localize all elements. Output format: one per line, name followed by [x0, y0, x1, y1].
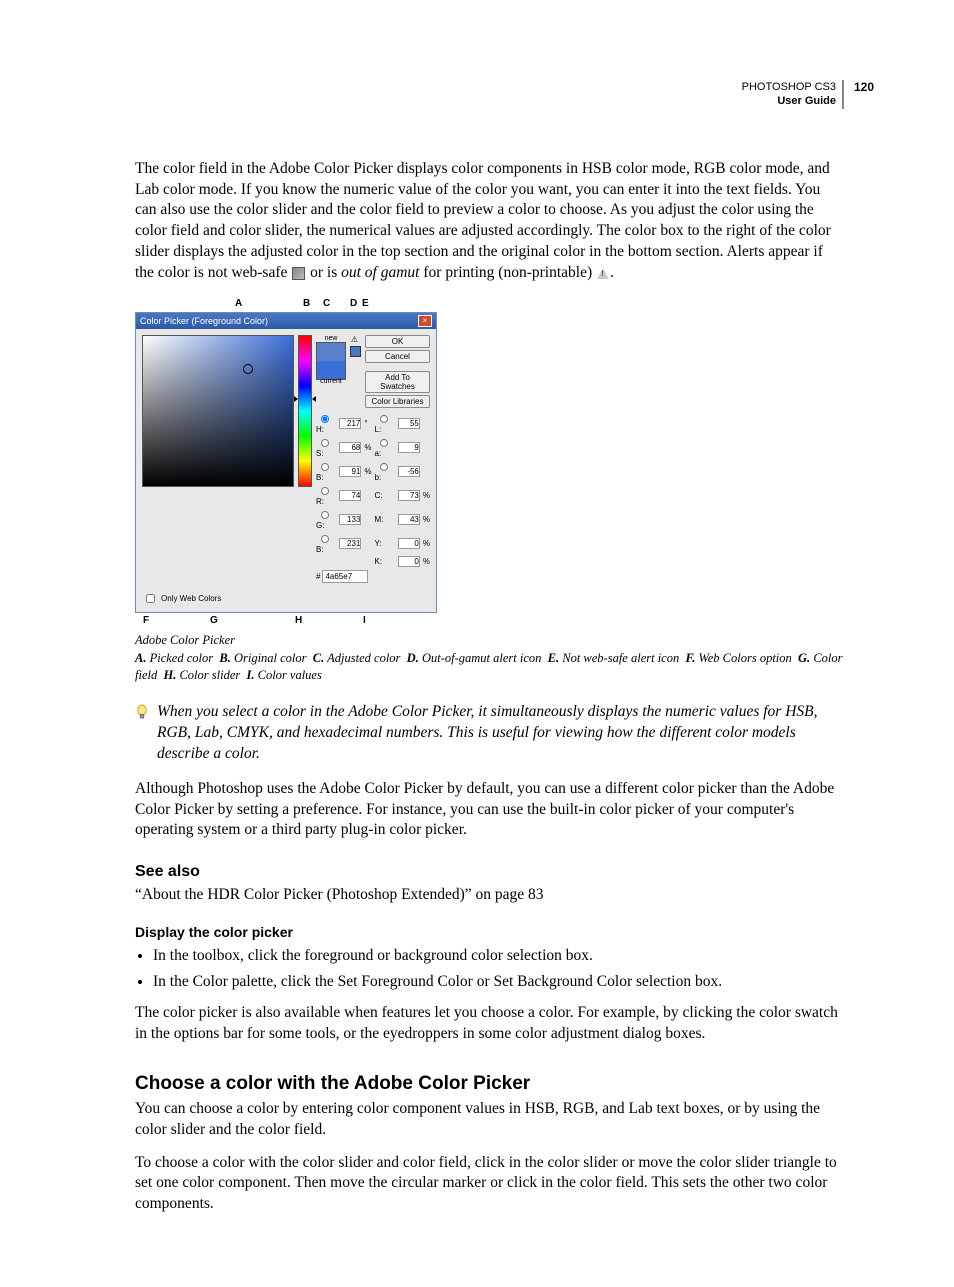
lightbulb-icon [135, 704, 149, 722]
tip-block: When you select a color in the Adobe Col… [135, 702, 844, 765]
a-input[interactable] [398, 442, 420, 453]
r-radio[interactable] [321, 487, 329, 495]
display-picker-bullets: In the toolbox, click the foreground or … [135, 944, 844, 993]
l-radio[interactable] [380, 415, 388, 423]
g-input[interactable] [339, 514, 361, 525]
s-radio[interactable] [321, 439, 329, 447]
color-picker-figure: A B C D E Color Picker (Foreground Color… [135, 298, 435, 629]
current-label: current [320, 378, 342, 385]
callout-d: D [350, 298, 357, 309]
dialog-title: Color Picker (Foreground Color) [140, 316, 268, 326]
color-libraries-button[interactable]: Color Libraries [365, 395, 430, 408]
list-item: In the toolbox, click the foreground or … [153, 944, 844, 967]
close-icon[interactable]: × [418, 315, 432, 327]
paragraph-5: To choose a color with the color slider … [135, 1153, 844, 1216]
m-input[interactable] [398, 514, 420, 525]
ok-button[interactable]: OK [365, 335, 430, 348]
callout-c: C [323, 298, 330, 309]
y-input[interactable] [398, 538, 420, 549]
paragraph-3: The color picker is also available when … [135, 1003, 844, 1045]
web-safe-cube-icon [292, 267, 305, 280]
bl-input[interactable] [339, 538, 361, 549]
c-input[interactable] [398, 490, 420, 501]
hex-input[interactable] [322, 570, 368, 583]
h-input[interactable] [339, 418, 361, 429]
color-field[interactable] [142, 335, 294, 487]
hex-prefix: # [316, 572, 320, 581]
l-input[interactable] [398, 418, 420, 429]
callout-a: A [235, 298, 242, 309]
bl-radio[interactable] [321, 535, 329, 543]
a-radio[interactable] [380, 439, 388, 447]
g-radio[interactable] [321, 511, 329, 519]
doc-type: User Guide [777, 95, 836, 107]
hue-slider[interactable] [298, 335, 312, 487]
bv-input[interactable] [339, 466, 361, 477]
figure-legend: A. Picked color B. Original color C. Adj… [135, 650, 844, 684]
b-radio[interactable] [380, 463, 388, 471]
websafe-alert-icon[interactable] [350, 346, 361, 357]
page-number: 120 [854, 80, 874, 94]
list-item: In the Color palette, click the Set Fore… [153, 970, 844, 993]
callout-h: H [295, 615, 302, 626]
product-name: PHOTOSHOP CS3 [742, 81, 836, 93]
tip-text: When you select a color in the Adobe Col… [157, 702, 844, 765]
callout-f: F [143, 615, 149, 626]
callout-b: B [303, 298, 310, 309]
only-web-colors-label: Only Web Colors [161, 594, 221, 603]
callout-i: I [363, 615, 366, 626]
figure-caption: Adobe Color Picker [135, 633, 844, 648]
display-picker-heading: Display the color picker [135, 924, 844, 940]
gamut-warning-icon [597, 268, 609, 279]
add-swatches-button[interactable]: Add To Swatches [365, 371, 430, 393]
see-also-heading: See also [135, 863, 844, 881]
color-swatch [316, 342, 346, 380]
callout-e: E [362, 298, 369, 309]
paragraph-4: You can choose a color by entering color… [135, 1099, 844, 1141]
h-radio[interactable] [321, 415, 329, 423]
k-input[interactable] [398, 556, 420, 567]
color-values-grid: H:° L: S:% a: B:% b: R: C:% G: M:% B: Y:… [316, 412, 430, 567]
see-also-link: “About the HDR Color Picker (Photoshop E… [135, 885, 844, 906]
gamut-alert-icon[interactable]: ⚠ [350, 335, 359, 344]
bv-radio[interactable] [321, 463, 329, 471]
r-input[interactable] [339, 490, 361, 501]
only-web-colors-checkbox[interactable] [146, 594, 155, 603]
paragraph-2: Although Photoshop uses the Adobe Color … [135, 779, 844, 842]
new-label: new [325, 335, 338, 342]
choose-color-heading: Choose a color with the Adobe Color Pick… [135, 1073, 844, 1095]
page-header: PHOTOSHOP CS3 User Guide 120 [135, 80, 844, 109]
s-input[interactable] [339, 442, 361, 453]
color-picker-dialog: Color Picker (Foreground Color) × new cu… [135, 312, 437, 613]
intro-paragraph: The color field in the Adobe Color Picke… [135, 159, 844, 285]
callout-g: G [210, 615, 218, 626]
b-input[interactable] [398, 466, 420, 477]
cancel-button[interactable]: Cancel [365, 350, 430, 363]
